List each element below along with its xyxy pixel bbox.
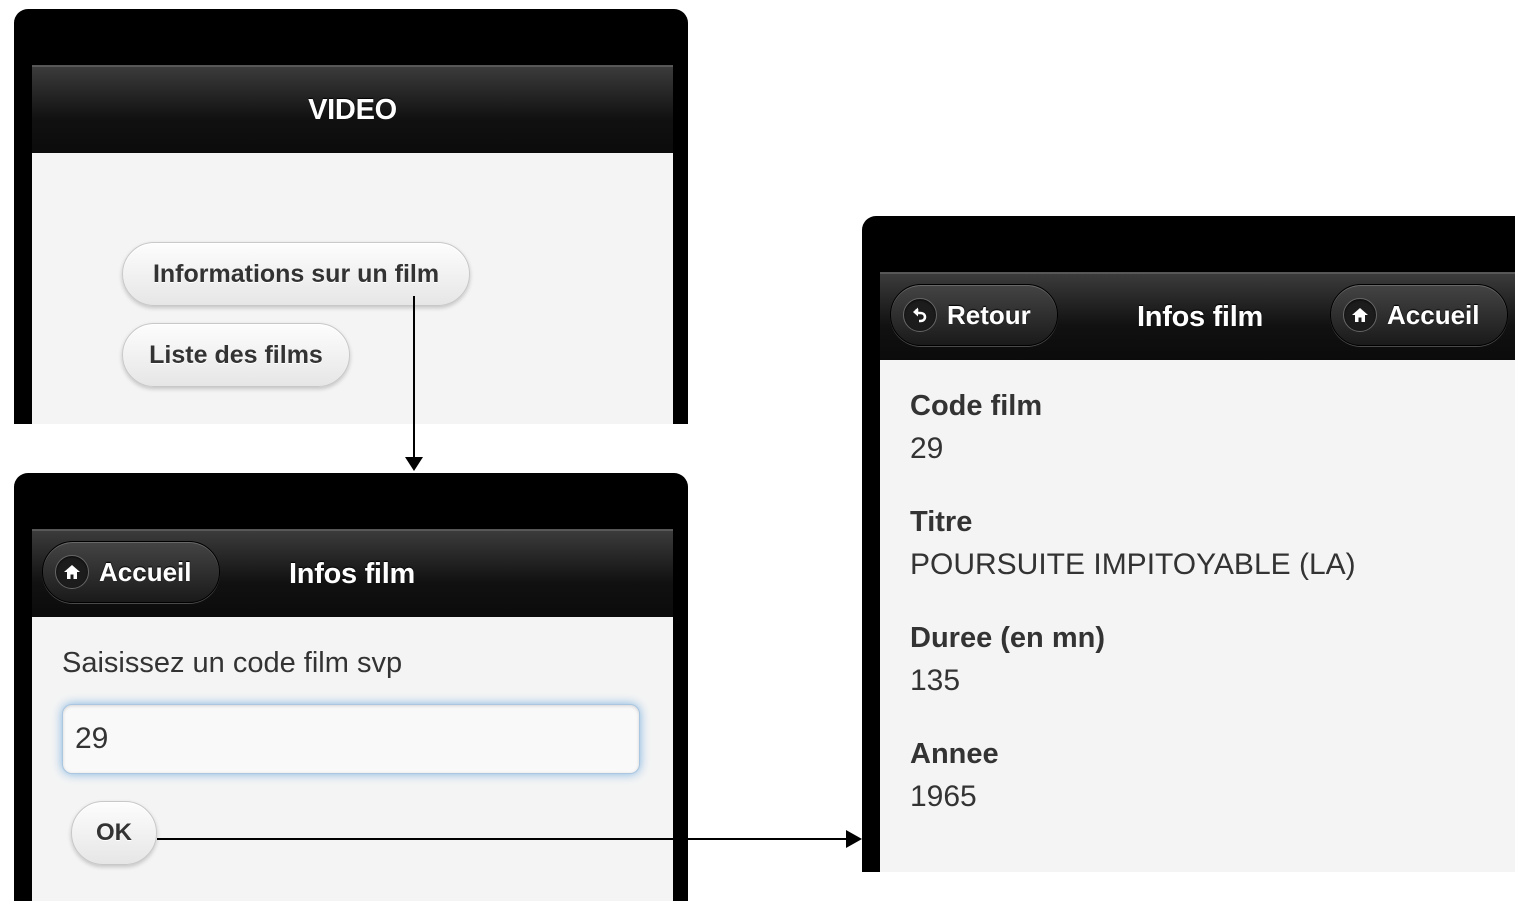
field-value-annee: 1965 [910, 780, 977, 813]
film-list-button[interactable]: Liste des films [122, 323, 350, 387]
field-value-titre: POURSUITE IMPITOYABLE (LA) [910, 548, 1356, 581]
field-label-code: Code film [910, 390, 1043, 422]
home-button-label: Accueil [1387, 299, 1480, 330]
ok-button[interactable]: OK [71, 801, 157, 865]
flow-arrow-right-head [846, 830, 862, 848]
result-screen: Retour Infos film Accueil Code film 29 T… [862, 216, 1515, 872]
field-label-titre: Titre [910, 506, 973, 538]
field-label-annee: Annee [910, 738, 999, 770]
home-button[interactable]: Accueil [1330, 284, 1508, 346]
page-title: Infos film [1137, 300, 1263, 333]
input-header: Accueil Infos film [32, 529, 673, 618]
field-value-duree: 135 [910, 664, 961, 697]
code-prompt: Saisissez un code film svp [62, 647, 403, 679]
home-button-label: Accueil [99, 556, 192, 587]
home-header: VIDEO [32, 65, 673, 154]
input-content: Saisissez un code film svp 29 OK [32, 617, 673, 901]
back-button-label: Retour [947, 299, 1031, 330]
home-content: Informations sur un film Liste des films [32, 153, 673, 424]
page-title: VIDEO [308, 93, 397, 126]
home-icon [55, 555, 89, 589]
result-content: Code film 29 Titre POURSUITE IMPITOYABLE… [880, 360, 1515, 872]
home-screen: VIDEO Informations sur un film Liste des… [14, 9, 688, 424]
ok-button-label: OK [96, 819, 132, 846]
flow-arrow-down-line [413, 296, 415, 460]
film-list-button-label: Liste des films [149, 340, 323, 369]
flow-arrow-right-line [157, 838, 847, 840]
back-arrow-icon [903, 298, 937, 332]
flow-arrow-down-head [405, 457, 423, 471]
back-button[interactable]: Retour [890, 284, 1058, 346]
field-value-code: 29 [910, 432, 944, 465]
input-screen: Accueil Infos film Saisissez un code fil… [14, 473, 688, 901]
code-film-input-value: 29 [75, 722, 109, 755]
code-film-input[interactable]: 29 [62, 704, 640, 774]
home-button[interactable]: Accueil [42, 541, 220, 603]
home-icon [1343, 298, 1377, 332]
film-info-button-label: Informations sur un film [152, 259, 440, 288]
result-header: Retour Infos film Accueil [880, 272, 1515, 361]
film-info-button[interactable]: Informations sur un film [122, 242, 470, 306]
field-label-duree: Duree (en mn) [910, 622, 1105, 654]
page-title: Infos film [289, 557, 415, 590]
